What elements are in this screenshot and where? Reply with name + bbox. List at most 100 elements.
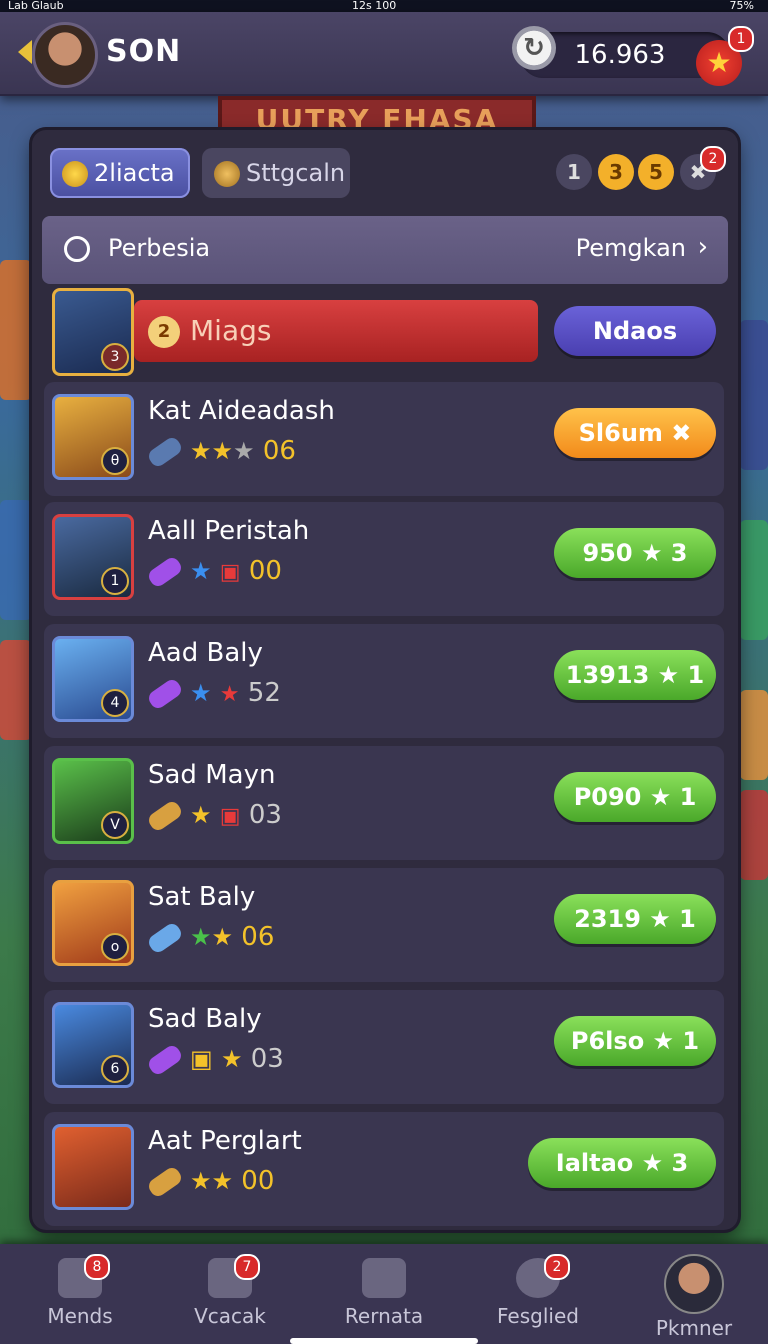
nav-badge: 8: [84, 1254, 110, 1280]
tab-second-label: Sttgcaln: [246, 159, 346, 187]
refresh-icon[interactable]: ↻: [512, 26, 556, 70]
tab-first-label: 2liacta: [94, 159, 175, 187]
status-carrier: Lab Glaub: [8, 0, 64, 12]
filter-pill-3[interactable]: 3: [598, 154, 634, 190]
hero-row[interactable]: 6 Sad Baly ▣ ★ 03 P6lso ★ 1: [44, 990, 724, 1104]
nav-badge: 2: [544, 1254, 570, 1280]
bg-building-left3: [0, 640, 32, 740]
star-badge: 1: [728, 26, 754, 52]
crystal-icon: [145, 676, 185, 711]
section-link[interactable]: Pemgkan: [576, 234, 686, 262]
nav-item-mends[interactable]: Mends: [20, 1244, 140, 1344]
hero-name: Aat Perglart: [148, 1126, 302, 1156]
nav-item-vcacak[interactable]: Vcacak: [170, 1244, 290, 1344]
chest-icon: ▣: [219, 804, 241, 829]
nav-item-rernata[interactable]: Rernata: [324, 1244, 444, 1344]
hero-meta: ★★★ 06: [145, 434, 296, 469]
star-icon: ★★: [190, 437, 234, 465]
hero-level: V: [101, 811, 129, 839]
hero-portrait: 4: [52, 636, 134, 722]
wrench-icon: [145, 1164, 185, 1199]
scroll-icon: [145, 920, 185, 955]
hero-stat: 06: [241, 922, 275, 952]
wrench-icon: [145, 798, 185, 833]
hero-action-button[interactable]: 2319 ★ 1: [554, 894, 716, 944]
home-indicator: [290, 1338, 478, 1344]
nav-label: Fesglied: [497, 1304, 579, 1328]
hero-action-button[interactable]: 13913 ★ 1: [554, 650, 716, 700]
coin-icon: [62, 161, 88, 187]
player-avatar[interactable]: [32, 22, 98, 88]
wing-icon: [214, 161, 240, 187]
hero-action-button[interactable]: Ialtao ★ 3: [528, 1138, 716, 1188]
hero-stat: 00: [248, 556, 282, 586]
hero-action-button[interactable]: 950 ★ 3: [554, 528, 716, 578]
nav-label: Vcacak: [194, 1304, 266, 1328]
section-icon: [64, 236, 90, 262]
hero-row[interactable]: 4 Aad Baly ★ ★ 52 13913 ★ 1: [44, 624, 724, 738]
featured-rank-icon: 2: [148, 316, 180, 348]
hero-row[interactable]: 1 Aall Peristah ★ ▣ 00 950 ★ 3: [44, 502, 724, 616]
hero-meta: ▣ ★ 03: [145, 1042, 284, 1077]
bg-building-left: [0, 260, 32, 400]
hero-action-button[interactable]: P090 ★ 1: [554, 772, 716, 822]
hero-name: Kat Aideadash: [148, 396, 335, 426]
hero-portrait: 1: [52, 514, 134, 600]
star-icon: ★: [233, 437, 255, 465]
featured-row[interactable]: 3 2 Miags Ndaos: [44, 288, 724, 376]
bg-building-right: [740, 320, 768, 470]
filter-pill-5[interactable]: 5: [638, 154, 674, 190]
featured-portrait: 3: [52, 288, 134, 376]
hero-level: 1: [101, 567, 129, 595]
featured-level: 3: [101, 343, 129, 371]
top-bar: SON ↻ 16.963 ★ 1: [0, 12, 768, 96]
section-title: Perbesia: [108, 234, 211, 262]
hero-name: Aall Peristah: [148, 516, 310, 546]
hero-level: θ: [101, 447, 129, 475]
nav-label: Mends: [47, 1304, 113, 1328]
star-icon: ★★: [190, 1167, 234, 1195]
nav-item-pkmner[interactable]: Pkmner: [634, 1244, 754, 1344]
status-bar: Lab Glaub 12s 100 75%: [0, 0, 768, 12]
bg-building-left2: [0, 500, 32, 620]
tab-first[interactable]: 2liacta: [50, 148, 190, 198]
profile-avatar: [664, 1254, 724, 1314]
hero-stat: 52: [247, 678, 281, 708]
featured-action-button[interactable]: Ndaos: [554, 306, 716, 356]
hero-action-button[interactable]: P6lso ★ 1: [554, 1016, 716, 1066]
hero-row[interactable]: θ Kat Aideadash ★★★ 06 Sl6um ✖: [44, 382, 724, 496]
hero-name: Sat Baly: [148, 882, 256, 912]
chest-icon: ▣: [190, 1045, 213, 1073]
section-header: Perbesia Pemgkan ›: [42, 216, 728, 284]
status-time: 12s 100: [352, 0, 397, 12]
shop-icon: [362, 1258, 406, 1298]
bg-building-right2: [740, 520, 768, 640]
hero-name: Aad Baly: [148, 638, 263, 668]
hero-name: Sad Baly: [148, 1004, 262, 1034]
hero-stat: 00: [241, 1166, 275, 1196]
hero-row[interactable]: V Sad Mayn ★ ▣ 03 P090 ★ 1: [44, 746, 724, 860]
hero-action-button[interactable]: Sl6um ✖: [554, 408, 716, 458]
hero-level: 4: [101, 689, 129, 717]
tab-second[interactable]: Sttgcaln: [202, 148, 350, 198]
hero-row[interactable]: o Sat Baly ★★ 06 2319 ★ 1: [44, 868, 724, 982]
back-icon[interactable]: [18, 40, 32, 64]
hero-portrait: [52, 1124, 134, 1210]
hero-row[interactable]: Aat Perglart ★★ 00 Ialtao ★ 3: [44, 1112, 724, 1226]
hero-portrait: 6: [52, 1002, 134, 1088]
star-icon: ★: [219, 682, 240, 707]
hero-portrait: V: [52, 758, 134, 844]
settings-badge: 2: [700, 146, 726, 172]
hero-meta: ★★ 00: [145, 1164, 275, 1199]
star-icon: ★: [190, 557, 212, 585]
hero-meta: ★★ 06: [145, 920, 275, 955]
chevron-right-icon[interactable]: ›: [698, 232, 708, 262]
nav-item-fesglied[interactable]: Fesglied: [478, 1244, 598, 1344]
hero-stat: 03: [248, 800, 282, 830]
bottom-nav: Mends Vcacak Rernata Fesglied Pkmner 8 7…: [0, 1244, 768, 1344]
nav-label: Pkmner: [655, 1316, 733, 1340]
bg-building-right4: [740, 790, 768, 880]
filter-pill-1[interactable]: 1: [556, 154, 592, 190]
star-icon: ★: [211, 923, 234, 951]
hero-stat: 06: [262, 436, 296, 466]
